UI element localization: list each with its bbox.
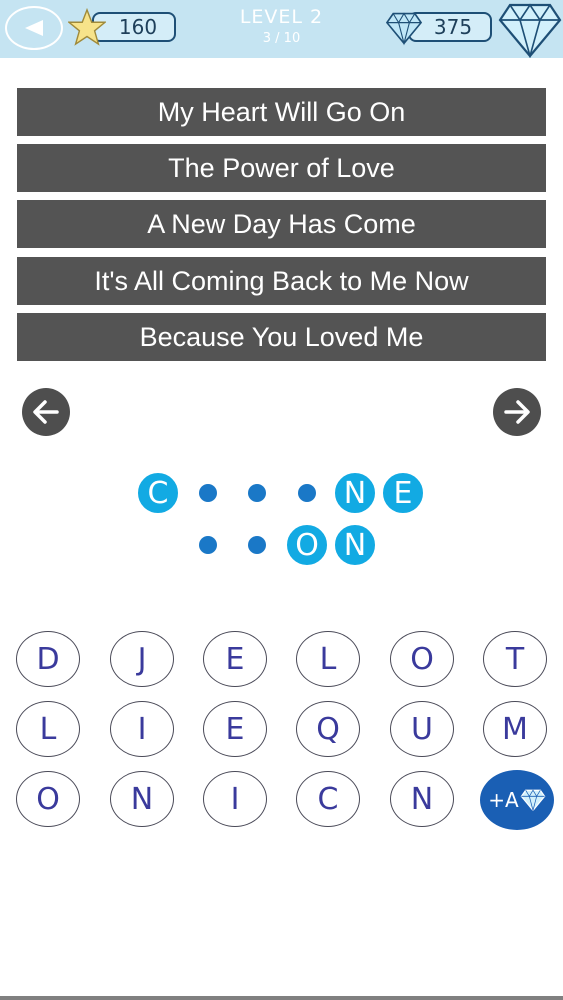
next-puzzle-button[interactable] — [493, 388, 541, 436]
letter-key[interactable]: J — [110, 631, 174, 687]
letter-key[interactable]: L — [16, 701, 80, 757]
clue-bar: A New Day Has Come — [17, 200, 546, 248]
letter-key[interactable]: E — [203, 631, 267, 687]
diamond-icon — [520, 789, 546, 811]
clue-bar: It's All Coming Back to Me Now — [17, 257, 546, 305]
letter-key[interactable]: U — [390, 701, 454, 757]
letter-key[interactable]: I — [203, 771, 267, 827]
letter-key[interactable]: D — [16, 631, 80, 687]
letter-key[interactable]: E — [203, 701, 267, 757]
letter-key[interactable]: N — [110, 771, 174, 827]
answer-letter[interactable]: N — [333, 523, 377, 567]
answer-letter[interactable]: C — [136, 471, 180, 515]
clue-bar: My Heart Will Go On — [17, 88, 546, 136]
letter-key[interactable]: O — [16, 771, 80, 827]
letter-key[interactable]: N — [390, 771, 454, 827]
clue-text: It's All Coming Back to Me Now — [94, 265, 469, 296]
letter-key[interactable]: M — [483, 701, 547, 757]
clue-text: My Heart Will Go On — [157, 96, 406, 127]
answer-empty-slot — [199, 536, 217, 554]
letter-key[interactable]: L — [296, 631, 360, 687]
letter-key[interactable]: I — [110, 701, 174, 757]
letter-key[interactable]: O — [390, 631, 454, 687]
answer-empty-slot — [298, 484, 316, 502]
diamonds-count: 375 — [433, 15, 473, 39]
answer-letter[interactable]: E — [381, 471, 425, 515]
letter-key[interactable]: T — [483, 631, 547, 687]
clue-text: The Power of Love — [168, 152, 395, 183]
arrow-right-icon — [504, 400, 530, 424]
clue-text: A New Day Has Come — [147, 208, 416, 239]
answer-empty-slot — [248, 536, 266, 554]
letter-key[interactable]: C — [296, 771, 360, 827]
answer-letter[interactable]: O — [285, 523, 329, 567]
answer-empty-slot — [199, 484, 217, 502]
hint-buy-letter-button[interactable]: +A — [480, 770, 554, 830]
answer-letter[interactable]: N — [333, 471, 377, 515]
bottom-divider — [0, 996, 563, 1000]
diamond-icon — [386, 12, 422, 46]
clue-bar: Because You Loved Me — [17, 313, 546, 361]
hint-label: +A — [488, 788, 519, 812]
previous-puzzle-button[interactable] — [22, 388, 70, 436]
letter-key[interactable]: Q — [296, 701, 360, 757]
clue-bar: The Power of Love — [17, 144, 546, 192]
arrow-left-icon — [33, 400, 59, 424]
clue-text: Because You Loved Me — [139, 321, 424, 352]
answer-empty-slot — [248, 484, 266, 502]
diamond-shop-icon[interactable] — [498, 2, 562, 58]
top-bar: 160 LEVEL 2 3 / 10 375 — [0, 0, 563, 58]
